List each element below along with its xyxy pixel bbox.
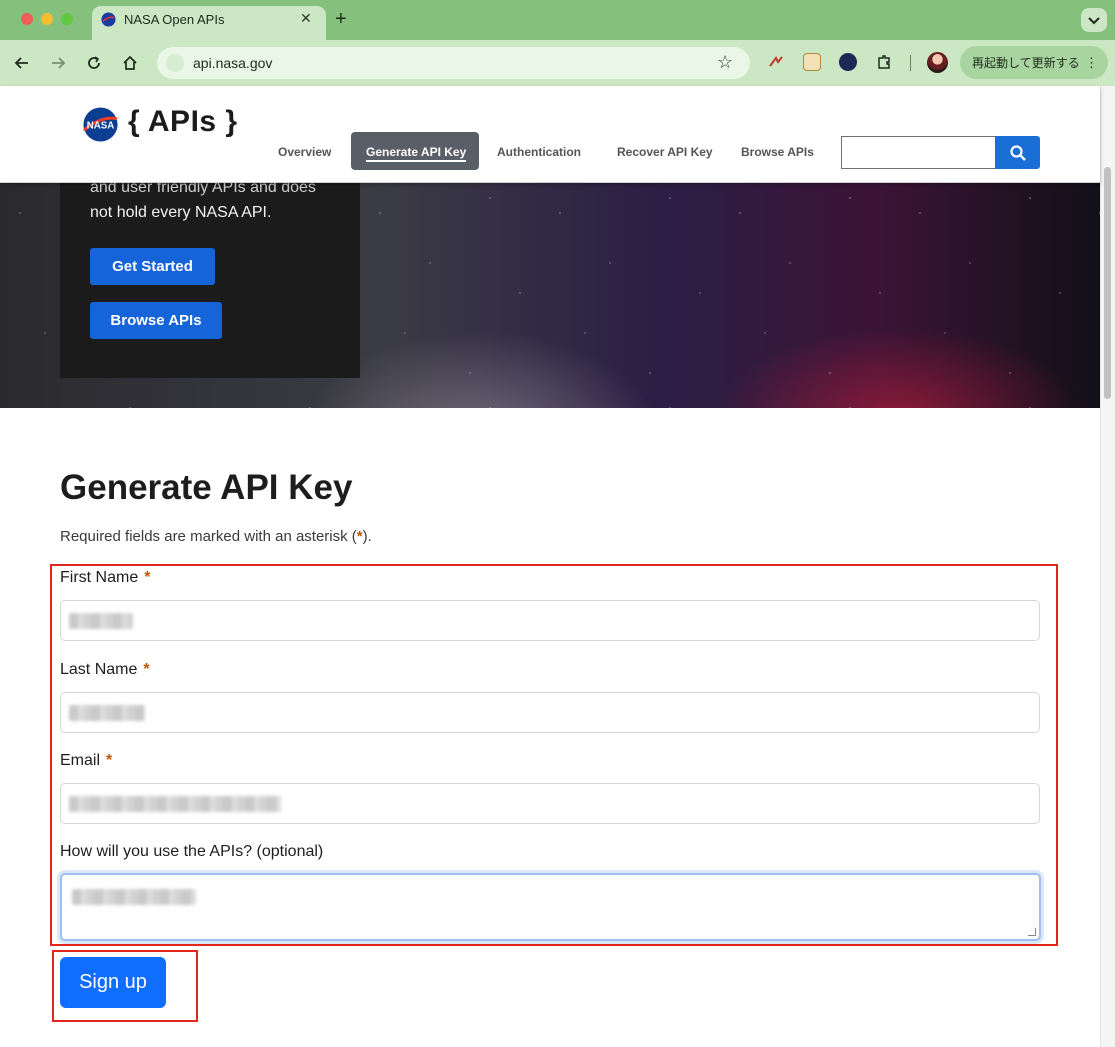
extension-1-icon[interactable] [767, 53, 785, 71]
scrollbar-thumb[interactable] [1104, 167, 1111, 399]
nasa-logo-icon[interactable]: NASA [81, 106, 120, 143]
nav-overview[interactable]: Overview [278, 145, 331, 159]
nav-recover-api-key[interactable]: Recover API Key [617, 145, 713, 159]
search-icon [1009, 144, 1026, 161]
window-minimize-button[interactable] [41, 13, 53, 25]
nav-browse-apis[interactable]: Browse APIs [741, 145, 814, 159]
nav-generate-api-key-label: Generate API Key [366, 145, 467, 162]
get-started-button[interactable]: Get Started [90, 248, 215, 285]
nasa-favicon-icon [101, 12, 116, 27]
extension-3-icon[interactable] [839, 53, 857, 71]
tab-title: NASA Open APIs [124, 12, 225, 27]
window-maximize-button[interactable] [61, 13, 73, 25]
back-icon[interactable] [11, 52, 33, 74]
tab-close-icon[interactable]: ✕ [300, 10, 312, 27]
site-brand[interactable]: { APIs } [128, 105, 238, 139]
new-tab-icon[interactable]: + [335, 8, 347, 31]
site-info-icon[interactable] [166, 54, 184, 72]
reload-icon[interactable] [83, 52, 105, 74]
profile-avatar[interactable] [927, 52, 948, 73]
highlight-box-sign-up [52, 950, 198, 1022]
toolbar-divider [910, 55, 911, 71]
more-options-icon[interactable]: ⋮ [1085, 55, 1098, 71]
hero-description: and user friendly APIs and does not hold… [90, 179, 330, 225]
nav-authentication[interactable]: Authentication [497, 145, 581, 159]
chevron-down-icon [1088, 17, 1100, 25]
tab-search-button[interactable] [1081, 8, 1107, 32]
page-title: Generate API Key [60, 468, 353, 507]
highlight-box-form [50, 564, 1058, 946]
update-restart-label: 再起動して更新する [972, 56, 1080, 70]
required-fields-note: Required fields are marked with an aster… [60, 528, 372, 545]
bookmark-star-icon[interactable]: ☆ [717, 52, 733, 73]
browse-apis-button[interactable]: Browse APIs [90, 302, 222, 339]
site-search-button[interactable] [995, 136, 1040, 169]
site-search-input[interactable] [841, 136, 997, 169]
hero-description-line: not hold every NASA API. [90, 204, 272, 221]
forward-icon[interactable] [47, 52, 69, 74]
url-text: api.nasa.gov [193, 55, 273, 71]
extension-2-icon[interactable] [803, 53, 821, 71]
window-close-button[interactable] [21, 13, 33, 25]
update-restart-button[interactable]: 再起動して更新する ⋮ [960, 46, 1108, 79]
svg-text:NASA: NASA [87, 120, 115, 131]
home-icon[interactable] [119, 52, 141, 74]
extensions-puzzle-icon[interactable] [875, 53, 893, 71]
